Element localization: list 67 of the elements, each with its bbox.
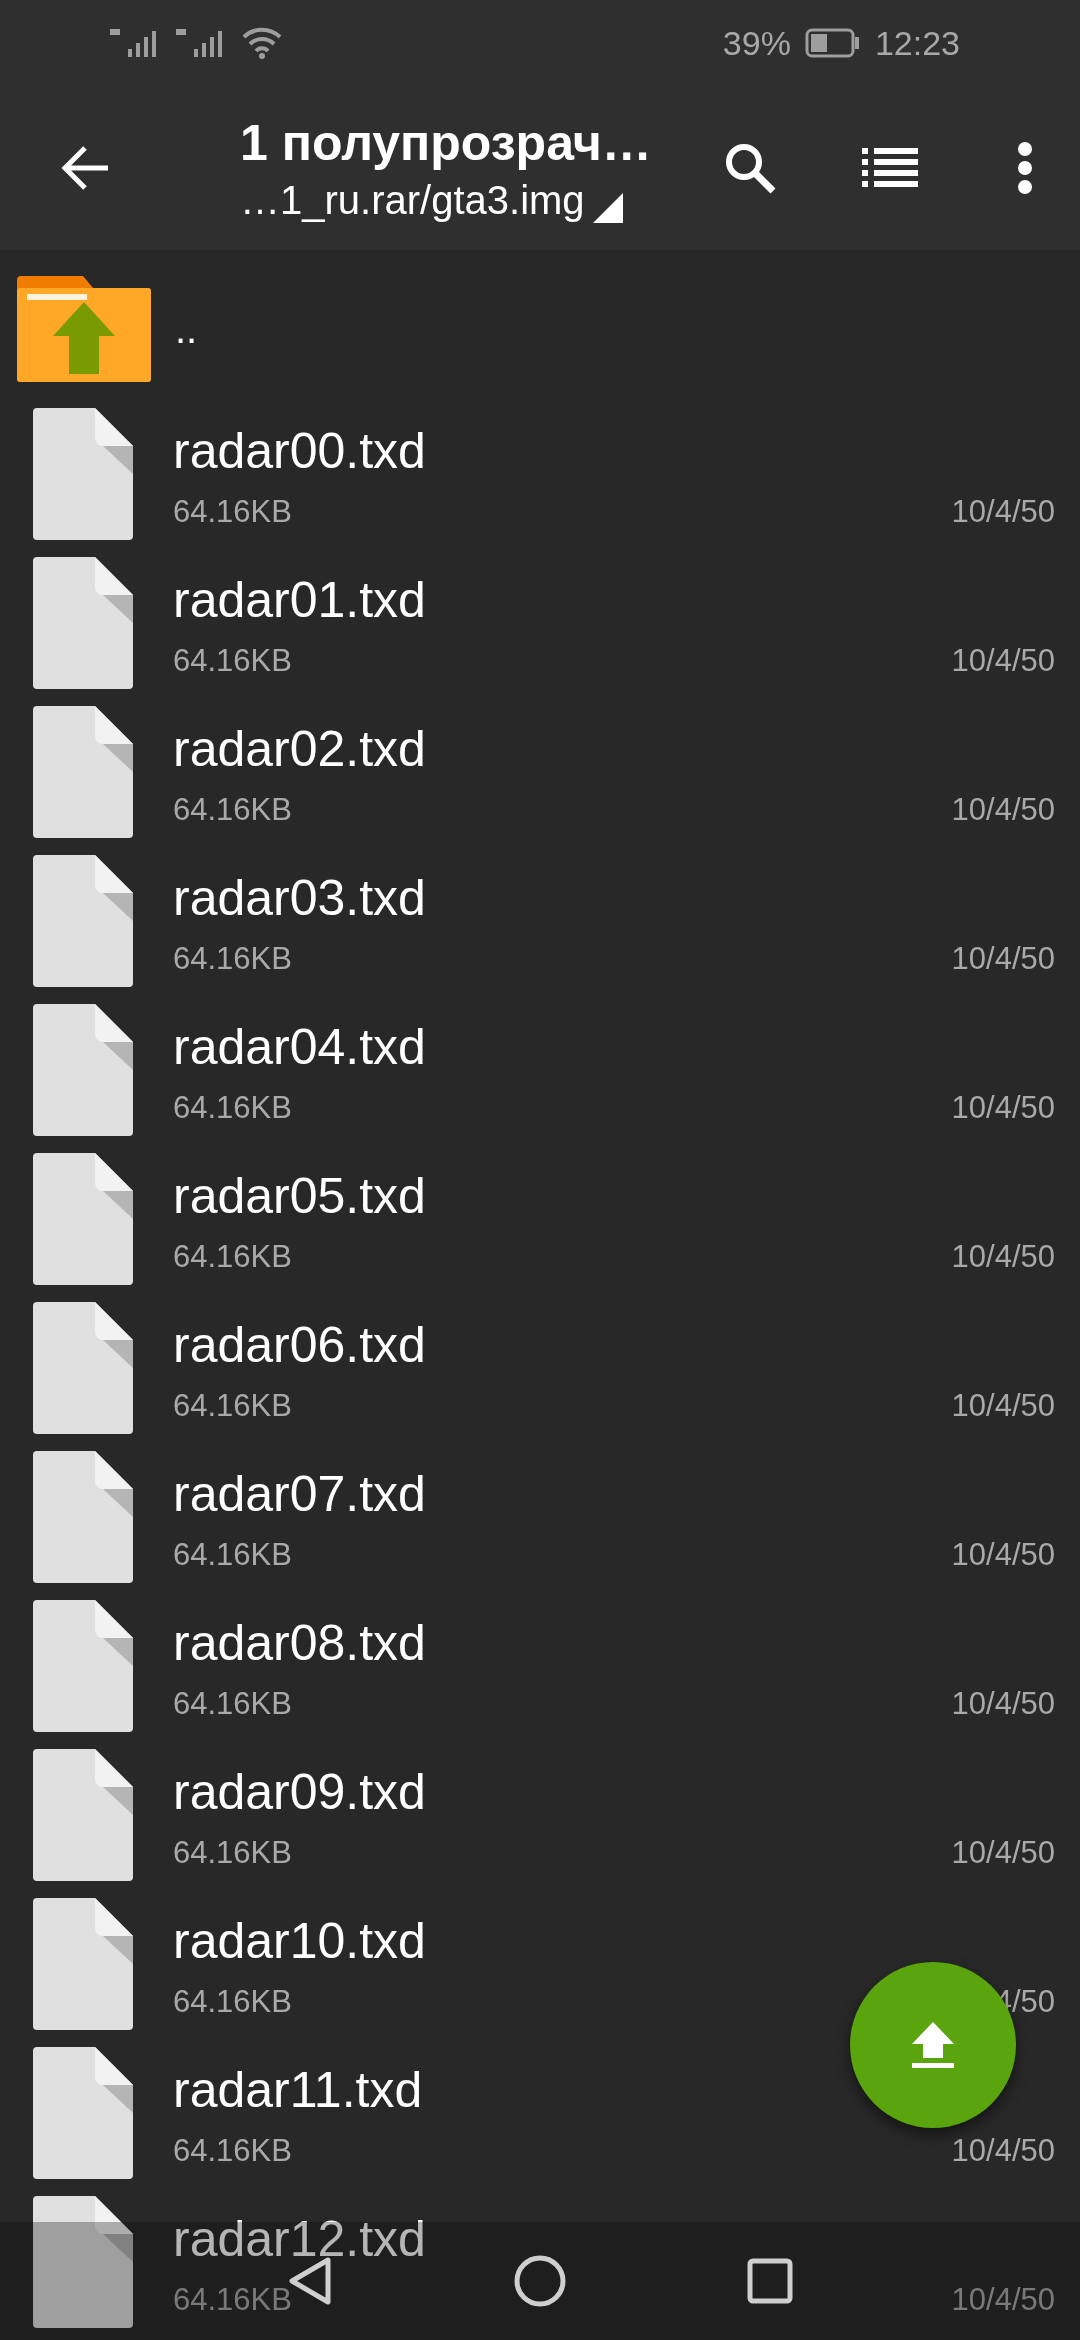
file-icon	[33, 2047, 133, 2179]
file-icon	[33, 1898, 133, 2030]
file-date: 10/4/50	[951, 792, 1055, 828]
file-size: 64.16KB	[173, 494, 292, 530]
file-date: 10/4/50	[951, 1239, 1055, 1275]
battery-icon	[804, 28, 861, 58]
file-name[interactable]: radar05.txd	[173, 1161, 426, 1231]
search-icon	[723, 141, 777, 195]
parent-folder-label[interactable]: ..	[175, 306, 198, 352]
file-date: 10/4/50	[951, 2282, 1055, 2318]
clock: 12:23	[874, 23, 960, 63]
file-date: 10/4/50	[951, 941, 1055, 977]
file-icon	[33, 855, 133, 987]
file-name[interactable]: radar08.txd	[173, 1608, 426, 1678]
archive-title: 1 полупрозрач…	[240, 113, 653, 172]
file-date: 10/4/50	[951, 1537, 1055, 1573]
file-icon	[33, 1749, 133, 1881]
file-name[interactable]: radar12.txd	[173, 2204, 426, 2274]
recents-square-icon	[747, 2258, 793, 2304]
file-icon	[33, 1451, 133, 1583]
dropdown-triangle-icon[interactable]	[592, 192, 623, 223]
file-date: 10/4/50	[951, 1835, 1055, 1871]
file-name[interactable]: radar11.txd	[173, 2055, 423, 2125]
file-size: 64.16KB	[173, 2282, 292, 2318]
file-size: 64.16KB	[173, 1239, 292, 1275]
file-name[interactable]: radar02.txd	[173, 714, 426, 784]
file-size: 64.16KB	[173, 941, 292, 977]
file-icon	[33, 1302, 133, 1434]
file-size: 64.16KB	[173, 1686, 292, 1722]
file-name[interactable]: radar03.txd	[173, 863, 426, 933]
file-name[interactable]: radar07.txd	[173, 1459, 426, 1529]
file-name[interactable]: radar09.txd	[173, 1757, 426, 1827]
wifi-icon	[242, 27, 282, 59]
file-icon	[33, 557, 133, 689]
file-size: 64.16KB	[173, 1090, 292, 1126]
file-icon	[33, 706, 133, 838]
archive-path[interactable]: …1_ru.rar/gta3.img	[240, 177, 585, 223]
file-date: 10/4/50	[951, 494, 1055, 530]
file-date: 10/4/50	[951, 1388, 1055, 1424]
file-date: 10/4/50	[951, 2133, 1055, 2169]
battery-percent: 39%	[722, 23, 791, 63]
file-size: 64.16KB	[173, 1835, 292, 1871]
file-size: 64.16KB	[173, 643, 292, 679]
file-date: 10/4/50	[951, 643, 1055, 679]
folder-up-icon[interactable]	[17, 276, 151, 382]
home-circle-icon	[514, 2255, 566, 2307]
list-icon	[862, 148, 918, 188]
more-icon	[1017, 142, 1033, 194]
file-name[interactable]: radar04.txd	[173, 1012, 426, 1082]
file-size: 64.16KB	[173, 792, 292, 828]
file-name[interactable]: radar10.txd	[173, 1906, 426, 1976]
file-name[interactable]: radar00.txd	[173, 416, 426, 486]
file-icon	[33, 1153, 133, 1285]
file-name[interactable]: radar01.txd	[173, 565, 426, 635]
file-date: 10/4/50	[951, 1090, 1055, 1126]
file-icon	[33, 408, 133, 540]
file-icon	[33, 1004, 133, 1136]
file-size: 64.16KB	[173, 2133, 292, 2169]
file-icon	[33, 1600, 133, 1732]
file-size: 64.16KB	[173, 1388, 292, 1424]
file-size: 64.16KB	[173, 1537, 292, 1573]
file-size: 64.16KB	[173, 1984, 292, 2020]
file-icon	[33, 2196, 133, 2328]
file-date: 10/4/50	[951, 1686, 1055, 1722]
back-arrow-icon	[60, 145, 110, 191]
file-name[interactable]: radar06.txd	[173, 1310, 426, 1380]
upload-icon	[912, 2022, 954, 2068]
